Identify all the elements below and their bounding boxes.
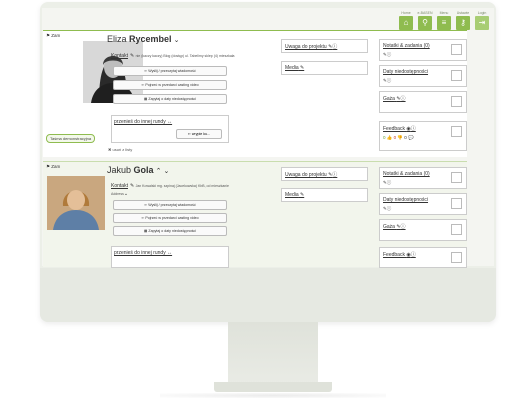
move-panel: przenieś do innej rundy ↔ ⇐ wrypie ku...	[111, 115, 229, 143]
monitor-shadow	[160, 393, 386, 398]
pencil-icon[interactable]: ✎	[130, 53, 134, 59]
fee-box[interactable]: Gaża ✎ⓘ	[379, 219, 467, 241]
message-button[interactable]: ⇐ Wyślij / przeczytaj wiadomość	[113, 200, 227, 210]
dates-checkbox[interactable]	[451, 198, 462, 209]
flag-label[interactable]: ⚑ Zam	[46, 164, 60, 170]
chevron-down-icon[interactable]: ⌄	[124, 191, 128, 197]
info-icon[interactable]: ⓘ	[411, 126, 416, 132]
info-icon[interactable]: ⓘ	[387, 78, 392, 83]
dates-box[interactable]: Daty niedostępności ✎ⓘ	[379, 65, 467, 87]
feedback-checkbox[interactable]	[451, 252, 462, 263]
info-icon[interactable]: ⓘ	[387, 52, 392, 57]
remark-box[interactable]: Uwaga do projektu ✎ⓘ	[281, 39, 368, 53]
info-icon[interactable]: ⓘ	[332, 44, 337, 50]
magnifier-icon[interactable]: ⚲	[418, 16, 432, 30]
dates-checkbox[interactable]	[451, 70, 462, 81]
chevron-down-icon[interactable]: ⌄	[174, 37, 180, 44]
exit-icon[interactable]: ⇥	[475, 16, 489, 30]
feedback-box[interactable]: Feedback ◉ⓘ	[379, 247, 467, 268]
move-panel: przenieś do innej rundy ↔	[111, 246, 229, 268]
media-box[interactable]: Media ✎	[281, 188, 368, 202]
message-button[interactable]: ⇐ Wyślij / przeczytaj wiadomość	[113, 66, 227, 76]
remove-link[interactable]: ✖ usuń z listy	[108, 147, 132, 152]
contact-line[interactable]: Kontakt ✎ nie (kaczy kaczy) Blog (dostęp)…	[111, 53, 235, 59]
feedback-checkbox[interactable]	[451, 126, 462, 137]
move-button[interactable]: ⇐ wrypie ku...	[176, 129, 222, 139]
chevron-down-icon[interactable]: ⌄	[163, 168, 169, 175]
key-icon[interactable]: ⚷	[456, 16, 470, 30]
menu-icon[interactable]: ≡	[437, 16, 451, 30]
pencil-icon[interactable]: ✎	[300, 65, 304, 71]
contact-line[interactable]: Kontakt ✎ Jan Kowalski mg. szpinaj (Jacek…	[111, 183, 229, 189]
feedback-box[interactable]: Feedback ◉ⓘ 0 👍 0 👎 0 💬	[379, 121, 467, 151]
fee-checkbox[interactable]	[451, 224, 462, 235]
remark-box[interactable]: Uwaga do projektu ✎ⓘ	[281, 167, 368, 181]
chevron-up-icon[interactable]: ⌃	[156, 168, 162, 175]
nav-logout[interactable]: Login ⇥	[474, 10, 490, 30]
home-icon[interactable]: ⌂	[399, 16, 413, 30]
actor-name: Jakub Gola ⌃ ⌄	[107, 165, 170, 175]
nav-menu[interactable]: Menu ≡	[436, 10, 452, 30]
notes-checkbox[interactable]	[451, 44, 462, 55]
video-button[interactable]: ⇐ Pojrzeć w przedarci casting video	[113, 213, 227, 223]
thumbs-down-count[interactable]: 0 👎	[394, 135, 403, 140]
actor-photo[interactable]	[47, 176, 105, 230]
monitor-stand	[228, 322, 318, 384]
actor-row-2: ⚑ Zam Jakub Gola ⌃ ⌄ Kontakt ✎ Jan Kowalski…	[43, 161, 467, 268]
info-icon[interactable]: ⓘ	[387, 206, 392, 211]
dates-button[interactable]: ▦ Zapytaj o daty niedostępności	[113, 226, 227, 236]
dates-button[interactable]: ▦ Zapytaj o daty niedostępności	[113, 94, 227, 104]
nav-home[interactable]: Home ⌂	[398, 10, 414, 30]
pencil-icon[interactable]: ✎	[130, 183, 134, 189]
info-icon[interactable]: ⓘ	[332, 172, 337, 178]
move-round-link[interactable]: przenieś do innej rundy ↔	[114, 250, 228, 256]
media-box[interactable]: Media ✎	[281, 61, 368, 75]
info-icon[interactable]: ⓘ	[401, 96, 406, 102]
monitor-base	[214, 382, 332, 392]
monitor-chin	[40, 268, 496, 322]
top-nav: Home ⌂ e-BASEN ⚲ Menu ≡ Ustawie ⚷ Login ⇥	[398, 10, 490, 30]
nav-settings[interactable]: Ustawie ⚷	[455, 10, 471, 30]
actor-name: Eliza Rycembel ⌄	[107, 34, 180, 44]
fee-box[interactable]: Gaża ✎ⓘ	[379, 91, 467, 113]
move-round-link[interactable]: przenieś do innej rundy ↔	[114, 119, 228, 125]
nav-search[interactable]: e-BASEN ⚲	[417, 10, 433, 30]
info-icon[interactable]: ⓘ	[401, 224, 406, 230]
pencil-icon[interactable]: ✎	[300, 192, 304, 198]
notes-checkbox[interactable]	[451, 172, 462, 183]
contact-address[interactable]: Address⌄	[111, 191, 128, 197]
thumbs-up-count[interactable]: 0 👍	[383, 135, 392, 140]
notes-box[interactable]: Notatki & zadania (0) ✎ⓘ	[379, 167, 467, 189]
info-icon[interactable]: ⓘ	[387, 180, 392, 185]
demo-reel-tag[interactable]: Taśma demonstracyjna	[46, 134, 96, 143]
flag-label[interactable]: ⚑ Zam	[46, 33, 60, 39]
info-icon[interactable]: ⓘ	[411, 252, 416, 258]
actor-row-1: ⚑ Zam Taśma demonstracyjna Eliza Rycembe…	[43, 30, 467, 157]
comments-count[interactable]: 0 💬	[404, 135, 413, 140]
fee-checkbox[interactable]	[451, 96, 462, 107]
notes-box[interactable]: Notatki & zadania (0) ✎ⓘ	[379, 39, 467, 61]
video-button[interactable]: ⇐ Pojrzeć w przedarci casting video	[113, 80, 227, 90]
dates-box[interactable]: Daty niedostępności ✎ⓘ	[379, 193, 467, 215]
